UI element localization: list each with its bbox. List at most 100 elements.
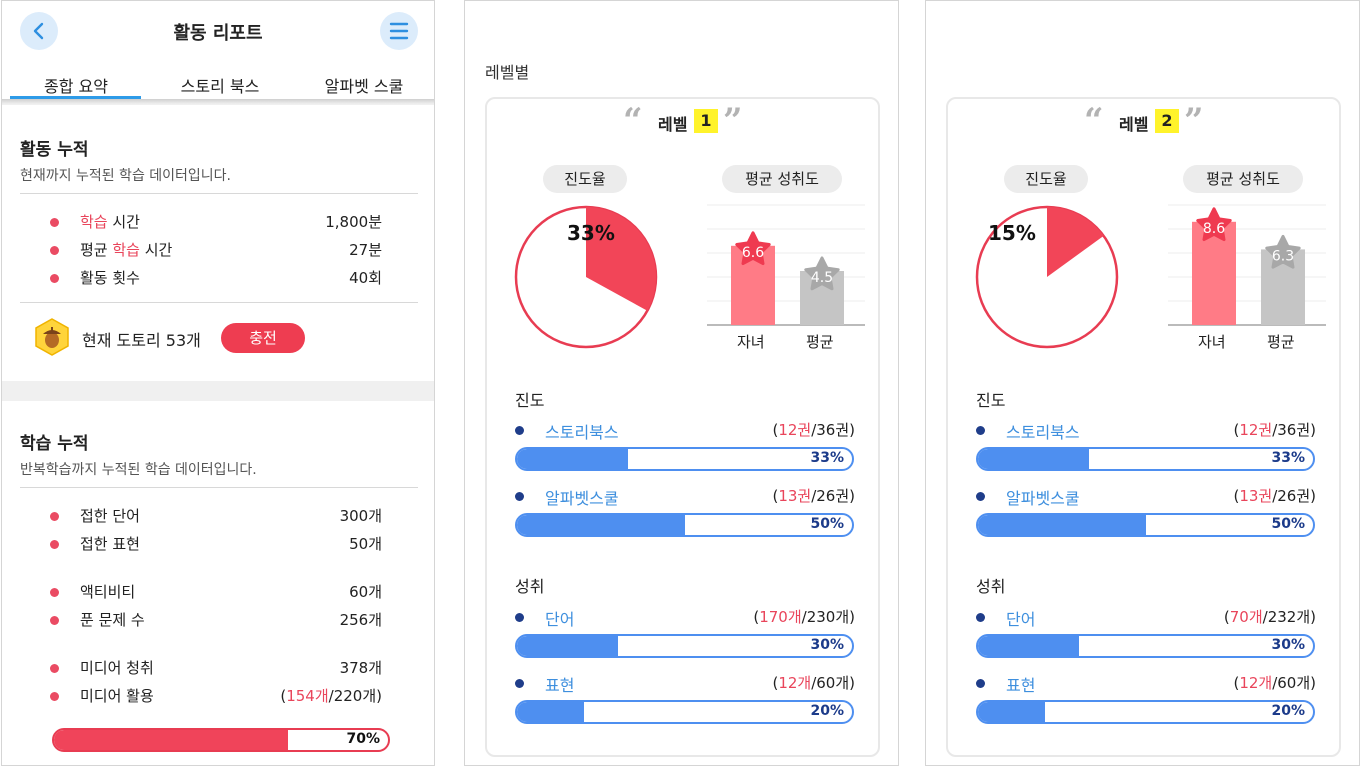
value-highlight: 12개: [778, 674, 812, 692]
row-label: 액티비티: [80, 583, 136, 601]
progress-rate-pill: 진도율: [543, 165, 627, 193]
row-label: 접한 단어: [80, 507, 140, 525]
level-panel-2: “ 레벨 2” 진도율 평균 성취도 15% 8.6 6.3 자녀 평균 진도 성취 스토리북스 (12권…: [925, 0, 1360, 766]
value-text: /26권): [1272, 487, 1316, 505]
bar-child: [1192, 221, 1236, 325]
tab-story-books[interactable]: 스토리 북스: [154, 73, 286, 97]
menu-button[interactable]: [380, 12, 418, 50]
value-highlight: 13권: [778, 487, 812, 505]
list-item: 접한 단어 300개: [50, 505, 382, 527]
progress-percent: 50%: [1271, 516, 1305, 532]
level-card: “ 레벨 2” 진도율 평균 성취도 15% 8.6 6.3 자녀 평균 진도 성취 스토리북스 (12권…: [946, 97, 1341, 757]
progress-fill: [517, 702, 584, 722]
progress-percent: 70%: [346, 731, 380, 747]
label-text: 시간: [107, 213, 140, 231]
level-number: 2: [1155, 109, 1179, 133]
activity-title: 활동 누적: [20, 140, 89, 160]
bullet-icon: [976, 492, 985, 501]
progress-bar: 50%: [976, 513, 1315, 537]
bar-value-label: 8.6: [1203, 221, 1225, 237]
acorn-count: 현재 도토리 53개: [82, 331, 201, 350]
label-text: 활동 횟수: [80, 269, 140, 287]
item-label[interactable]: 알파벳스쿨: [545, 485, 619, 509]
achievement-bar-chart: 6.6 4.5: [707, 204, 865, 326]
value-text: /26권): [811, 487, 855, 505]
list-item: 푼 문제 수 256개: [50, 609, 382, 631]
item-label[interactable]: 단어: [1006, 606, 1035, 630]
progress-percent: 30%: [1271, 637, 1305, 653]
progress-item: 단어 (70개/232개): [976, 606, 1316, 630]
bar-value-label: 4.5: [811, 270, 833, 286]
bullet-icon: [976, 613, 985, 622]
row-value: (154개/220개): [280, 685, 382, 706]
progress-percent: 50%: [810, 516, 844, 532]
item-value: (12개/60개): [1233, 672, 1316, 693]
item-label[interactable]: 알파벳스쿨: [1006, 485, 1080, 509]
item-label[interactable]: 스토리북스: [545, 419, 619, 443]
progress-fill: [978, 449, 1089, 469]
item-label[interactable]: 표현: [1006, 672, 1035, 696]
item-label[interactable]: 단어: [545, 606, 574, 630]
hamburger-menu-icon: [389, 22, 409, 40]
progress-fill: [978, 515, 1146, 535]
progress-item: 알파벳스쿨 (13권/26권): [515, 485, 855, 509]
level-number: 1: [694, 109, 718, 133]
summary-panel: 활동 리포트 종합 요약 스토리 북스 알파벳 스쿨 활동 누적 현재까지 누적…: [1, 0, 435, 766]
bullet-icon: [50, 692, 59, 701]
progress-percent: 33%: [1271, 450, 1305, 466]
list-item: 활동 횟수 40회: [50, 267, 382, 289]
progress-bar: 30%: [976, 634, 1315, 658]
bullet-icon: [976, 679, 985, 688]
bullet-icon: [976, 426, 985, 435]
value-highlight: 154개: [286, 687, 329, 705]
acorn-icon: [35, 318, 69, 356]
progress-rate-pill: 진도율: [1004, 165, 1088, 193]
section-title: 레벨별: [485, 63, 530, 82]
bullet-icon: [50, 512, 59, 521]
row-label: 미디어 청취: [80, 659, 154, 677]
row-label: 미디어 활용: [80, 687, 154, 705]
list-item: 미디어 청취 378개: [50, 657, 382, 679]
progress-fill: [978, 702, 1045, 722]
bar-value-label: 6.6: [742, 245, 764, 261]
level-label: 레벨: [1119, 115, 1149, 134]
x-label-child: 자녀: [1198, 333, 1226, 351]
item-value: (12개/60개): [772, 672, 855, 693]
item-label[interactable]: 스토리북스: [1006, 419, 1080, 443]
progress-item: 스토리북스 (12권/36권): [976, 419, 1316, 443]
item-value: (12권/36권): [772, 419, 855, 440]
avg-achievement-pill: 평균 성취도: [722, 165, 842, 193]
learning-desc: 반복학습까지 누적된 학습 데이터입니다.: [20, 462, 257, 478]
bullet-icon: [50, 246, 59, 255]
progress-section-title: 진도: [976, 391, 1006, 410]
list-item: 평균 학습 시간 27분: [50, 239, 382, 261]
row-value: 60개: [349, 583, 382, 601]
bullet-icon: [515, 426, 524, 435]
progress-fill: [517, 636, 618, 656]
progress-item: 표현 (12개/60개): [515, 672, 855, 696]
value-highlight: 170개: [759, 608, 802, 626]
progress-fill: [517, 449, 628, 469]
charge-button[interactable]: 충전: [221, 323, 305, 353]
list-item: 미디어 활용 (154개/220개): [50, 685, 382, 707]
item-label[interactable]: 표현: [545, 672, 574, 696]
bullet-icon: [515, 679, 524, 688]
level-label: 레벨: [658, 115, 688, 134]
label-highlight: 학습: [112, 241, 140, 259]
progress-bar: 30%: [515, 634, 854, 658]
bullet-icon: [50, 664, 59, 673]
progress-bar: 50%: [515, 513, 854, 537]
close-quote-icon: ”: [723, 101, 743, 141]
tab-alphabet-school[interactable]: 알파벳 스쿨: [298, 73, 430, 97]
divider: [20, 487, 418, 488]
bullet-icon: [50, 616, 59, 625]
label-text: 시간: [139, 241, 173, 259]
activity-desc: 현재까지 누적된 학습 데이터입니다.: [20, 168, 231, 184]
row-label: 활동 횟수: [80, 267, 140, 288]
list-item: 학습 시간 1,800분: [50, 211, 382, 233]
tab-summary[interactable]: 종합 요약: [10, 73, 142, 97]
item-value: (13권/26권): [772, 485, 855, 506]
progress-percent: 33%: [810, 450, 844, 466]
tab-shadow: [2, 99, 434, 104]
progress-section-title: 진도: [515, 391, 545, 410]
